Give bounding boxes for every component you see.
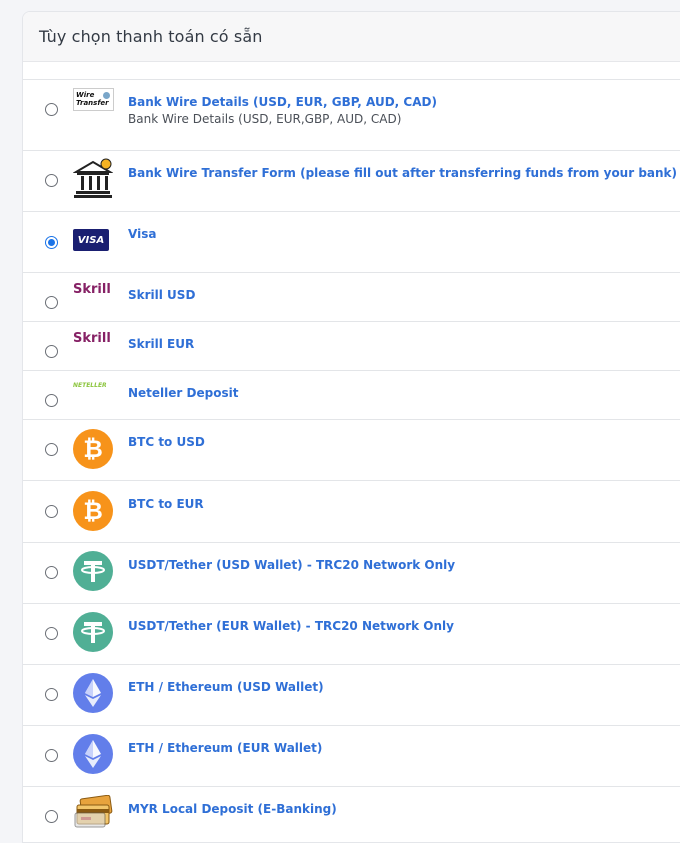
payment-option-label[interactable]: USDT/Tether (EUR Wallet) - TRC20 Network…	[128, 619, 454, 633]
payment-radio[interactable]	[45, 394, 58, 407]
ethereum-icon	[73, 673, 113, 713]
payment-options-card: Tùy chọn thanh toán có sẵn Wire Transfer…	[22, 11, 680, 843]
payment-option-description: Bank Wire Details (USD, EUR,GBP, AUD, CA…	[128, 112, 402, 126]
payment-radio[interactable]	[45, 566, 58, 579]
payment-option-usdt-usd[interactable]: USDT/Tether (USD Wallet) - TRC20 Network…	[23, 543, 680, 604]
payment-option-label[interactable]: BTC to EUR	[128, 497, 204, 511]
payment-radio[interactable]	[45, 296, 58, 309]
bank-cards-icon	[74, 795, 113, 828]
payment-option-label[interactable]: MYR Local Deposit (E-Banking)	[128, 802, 337, 816]
payment-option-btc-eur[interactable]: ₿ BTC to EUR	[23, 481, 680, 543]
payment-radio[interactable]	[45, 345, 58, 358]
page-left-strip	[0, 0, 8, 829]
payment-option-label[interactable]: BTC to USD	[128, 435, 205, 449]
payment-option-label[interactable]: ETH / Ethereum (USD Wallet)	[128, 680, 324, 694]
payment-option-label[interactable]: Neteller Deposit	[128, 386, 238, 400]
payment-radio[interactable]	[45, 103, 58, 116]
payment-option-label[interactable]: USDT/Tether (USD Wallet) - TRC20 Network…	[128, 558, 455, 572]
card-title: Tùy chọn thanh toán có sẵn	[39, 27, 263, 46]
payment-radio[interactable]	[45, 688, 58, 701]
payment-option-label[interactable]: Skrill EUR	[128, 337, 194, 351]
payment-option-usdt-eur[interactable]: USDT/Tether (EUR Wallet) - TRC20 Network…	[23, 604, 680, 665]
neteller-icon: NETELLER	[73, 382, 107, 389]
bank-building-icon	[73, 158, 113, 198]
tether-icon	[73, 551, 113, 591]
bitcoin-icon: ₿	[73, 491, 113, 531]
globe-icon	[103, 92, 110, 99]
payment-option-eth-eur[interactable]: ETH / Ethereum (EUR Wallet)	[23, 726, 680, 787]
wire-transfer-icon-text-2: Transfer	[76, 99, 109, 107]
visa-icon: VISA	[73, 229, 109, 251]
skrill-icon: Skrill	[73, 331, 111, 346]
payment-option-eth-usd[interactable]: ETH / Ethereum (USD Wallet)	[23, 665, 680, 726]
payment-option-label[interactable]: Bank Wire Transfer Form (please fill out…	[128, 166, 677, 180]
bitcoin-icon: ₿	[73, 429, 113, 469]
payment-radio[interactable]	[45, 505, 58, 518]
payment-option-label[interactable]: Visa	[128, 227, 156, 241]
ethereum-icon	[73, 734, 113, 774]
payment-option-btc-usd[interactable]: ₿ BTC to USD	[23, 420, 680, 481]
payment-radio-selected[interactable]	[45, 236, 58, 249]
payment-radio[interactable]	[45, 749, 58, 762]
payment-option-bank-wire-details[interactable]: Wire Transfer Bank Wire Details (USD, EU…	[23, 80, 680, 151]
card-header: Tùy chọn thanh toán có sẵn	[23, 12, 680, 62]
payment-radio[interactable]	[45, 443, 58, 456]
payment-option-neteller[interactable]: NETELLER Neteller Deposit	[23, 371, 680, 420]
payment-option-visa[interactable]: VISA Visa	[23, 212, 680, 273]
svg-text:₿: ₿	[83, 435, 103, 463]
payment-option-label[interactable]: Bank Wire Details (USD, EUR, GBP, AUD, C…	[128, 95, 437, 109]
payment-method-list: Wire Transfer Bank Wire Details (USD, EU…	[23, 79, 680, 842]
skrill-icon: Skrill	[73, 282, 111, 297]
visa-icon-text: VISA	[77, 234, 105, 246]
payment-option-bank-wire-form[interactable]: Bank Wire Transfer Form (please fill out…	[23, 151, 680, 212]
payment-option-skrill-eur[interactable]: Skrill Skrill EUR	[23, 322, 680, 371]
payment-option-label[interactable]: Skrill USD	[128, 288, 195, 302]
payment-radio[interactable]	[45, 627, 58, 640]
tether-icon	[73, 612, 113, 652]
payment-radio[interactable]	[45, 174, 58, 187]
payment-option-label[interactable]: ETH / Ethereum (EUR Wallet)	[128, 741, 322, 755]
payment-option-skrill-usd[interactable]: Skrill Skrill USD	[23, 273, 680, 322]
wire-transfer-icon: Wire Transfer	[73, 88, 114, 111]
payment-radio[interactable]	[45, 810, 58, 823]
svg-text:₿: ₿	[83, 497, 103, 525]
payment-option-myr[interactable]: MYR Local Deposit (E-Banking)	[23, 787, 680, 842]
